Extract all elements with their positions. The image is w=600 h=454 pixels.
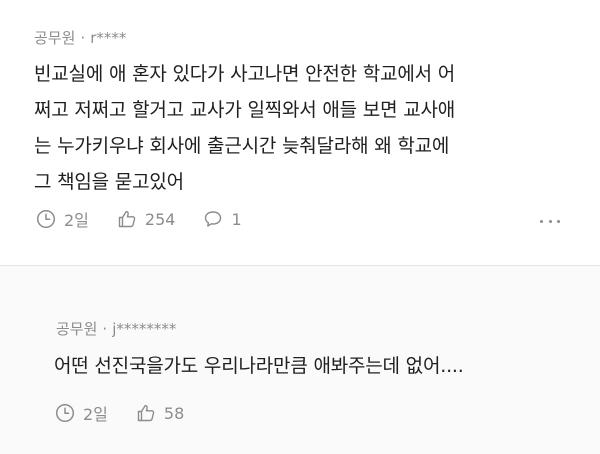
speech-bubble-icon — [205, 211, 222, 227]
reply-actions: 2일 58 — [55, 401, 212, 425]
comment-author[interactable]: 공무원 — [34, 29, 75, 47]
like-count: 58 — [163, 403, 185, 423]
clock-icon — [55, 403, 75, 423]
comment-body: 빈교실에 애 혼자 있다가 사고나면 안전한 학교에서 어 쩌고 저쩌고 할거고… — [34, 56, 455, 200]
comment-line: 는 누가키우냐 회사에 출근시간 늦춰달라해 왜 학교에 — [34, 135, 450, 157]
time-label: 2일 — [83, 405, 108, 424]
meta-separator: · — [102, 320, 108, 338]
like-button[interactable]: 254 — [117, 209, 176, 229]
reply-author[interactable]: 공무원 — [56, 320, 97, 338]
more-dots-icon[interactable] — [540, 211, 560, 231]
comment-line: 빈교실에 애 혼자 있다가 사고나면 안전한 학교에서 어 — [34, 63, 456, 85]
thumbs-up-icon — [118, 210, 136, 228]
like-count: 254 — [144, 209, 176, 229]
reply-meta: 공무원 · j******** — [56, 318, 176, 339]
dot — [548, 219, 552, 223]
reply-button[interactable]: 1 — [203, 209, 242, 229]
comment-line: 쩌고 저쩌고 할거고 교사가 일찍와서 애들 보면 교사애 — [34, 99, 456, 121]
comment-meta: 공무원 · r**** — [34, 27, 126, 48]
reply-count: 1 — [231, 209, 242, 229]
dot — [557, 219, 560, 223]
reply-card: 공무원 · j******** 어떤 선진국을가도 우리나라만큼 애봐주는데 없어.… — [0, 266, 600, 454]
like-button[interactable]: 58 — [136, 403, 184, 423]
comment-username[interactable]: r**** — [90, 29, 126, 47]
comment-time: 2일 — [36, 207, 89, 231]
comment-line: 그 책임을 묻고있어 — [34, 171, 184, 193]
comment-card: 공무원 · r**** 빈교실에 애 혼자 있다가 사고나면 안전한 학교에서 어 … — [0, 0, 600, 265]
reply-body: 어떤 선진국을가도 우리나라만큼 애봐주는데 없어.... — [54, 355, 464, 377]
clock-icon — [36, 209, 56, 229]
reply-time: 2일 — [55, 401, 108, 425]
thumbs-up-icon — [137, 404, 155, 422]
comment-actions: 2일 254 1 — [36, 207, 270, 231]
reply-username[interactable]: j******** — [112, 320, 176, 338]
time-label: 2일 — [64, 211, 89, 230]
dot — [540, 219, 543, 223]
meta-separator: · — [80, 29, 86, 47]
